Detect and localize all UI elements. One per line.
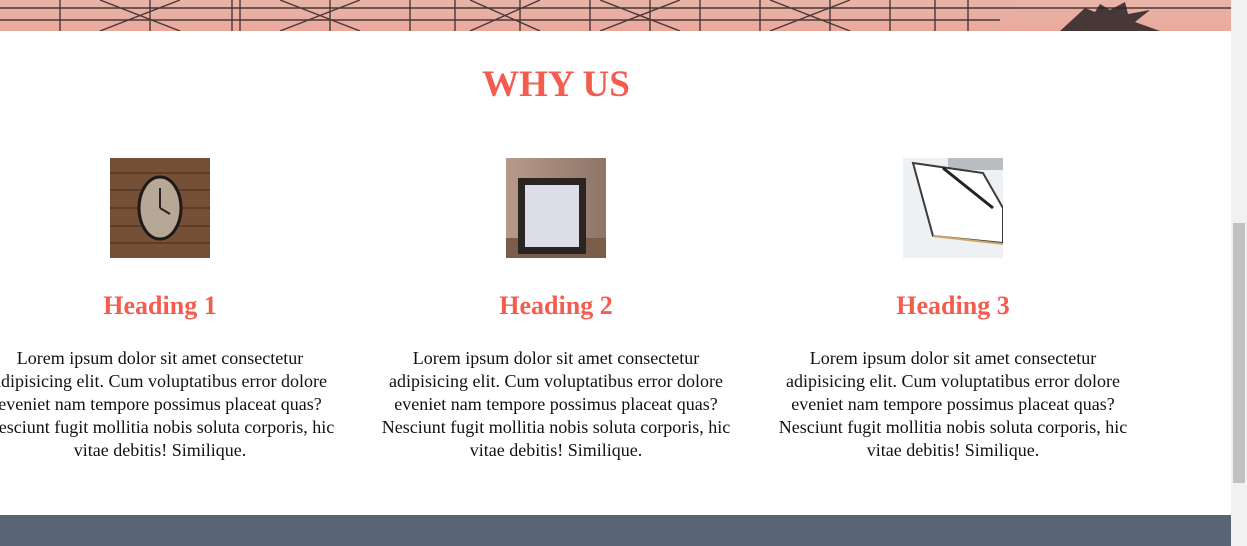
feature-card-2: Heading 2 Lorem ipsum dolor sit amet con… xyxy=(376,158,736,462)
feature-text: Lorem ipsum dolor sit amet consectetur a… xyxy=(381,348,731,460)
page-viewport: WHY US Heading 1 Lorem ipsum dolor sit a… xyxy=(0,0,1231,546)
feature-card-1: Heading 1 Lorem ipsum dolor sit amet con… xyxy=(0,158,340,462)
feature-text: Lorem ipsum dolor sit amet consectetur a… xyxy=(778,348,1128,460)
feature-heading: Heading 1 xyxy=(103,291,217,320)
wall-clock-image xyxy=(110,158,210,258)
feature-heading: Heading 2 xyxy=(499,291,613,320)
picture-frame-image xyxy=(506,158,606,258)
vertical-scrollbar[interactable] xyxy=(1231,0,1247,546)
notebook-pen-image xyxy=(903,158,1003,258)
scrollbar-thumb[interactable] xyxy=(1233,223,1245,483)
feature-text: Lorem ipsum dolor sit amet consectetur a… xyxy=(0,348,335,460)
feature-heading: Heading 3 xyxy=(896,291,1010,320)
footer-bar xyxy=(0,515,1231,546)
feature-card-3: Heading 3 Lorem ipsum dolor sit amet con… xyxy=(773,158,1133,462)
hero-image-strip xyxy=(0,0,1231,31)
section-title: WHY US xyxy=(482,64,630,105)
